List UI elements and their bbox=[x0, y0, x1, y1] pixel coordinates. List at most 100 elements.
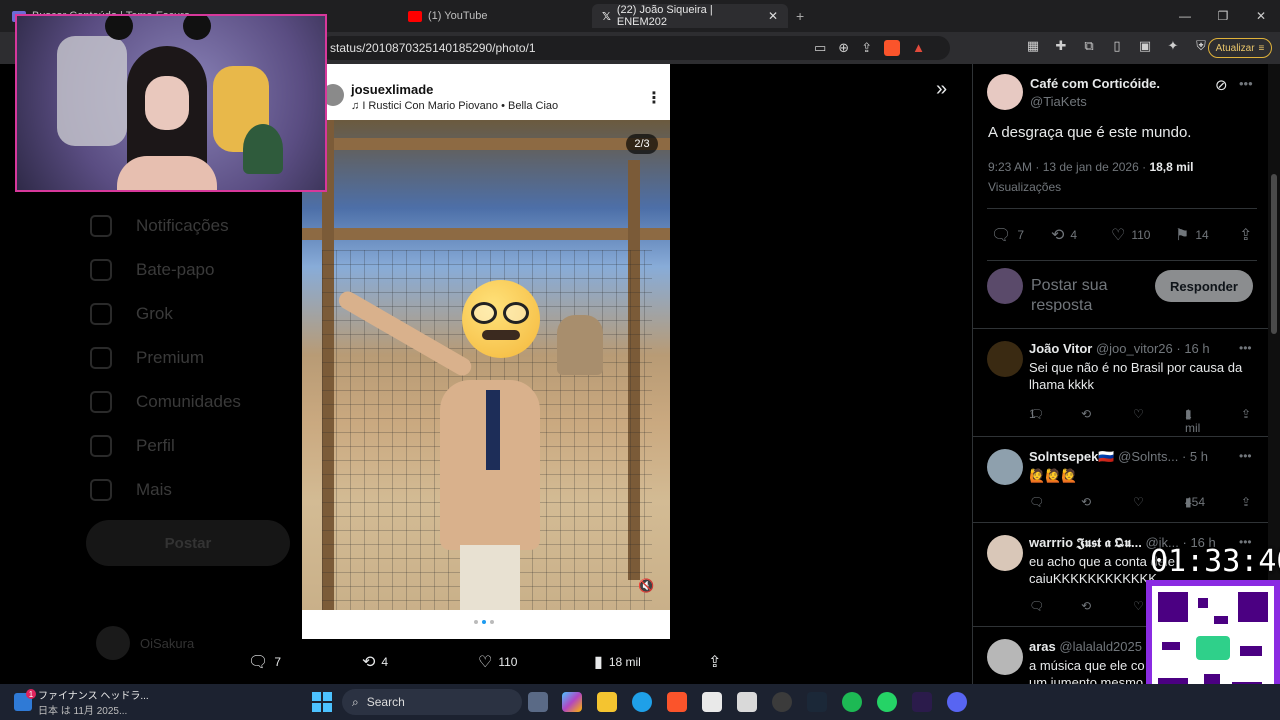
author-handle[interactable]: @TiaKets bbox=[1030, 94, 1087, 109]
reply-action[interactable]: 🗨 1 bbox=[1029, 407, 1044, 421]
chatgpt-icon[interactable] bbox=[772, 692, 792, 712]
qr-block bbox=[1198, 598, 1208, 608]
more-options-icon[interactable]: ⋮ bbox=[646, 88, 662, 108]
extension-icon[interactable]: ▦ bbox=[1024, 38, 1042, 54]
copilot-icon[interactable] bbox=[562, 692, 582, 712]
nav-item-premium[interactable]: Premium bbox=[90, 336, 310, 380]
repost-action[interactable]: ⟲ 4 bbox=[362, 652, 388, 672]
reply-item[interactable]: Solntsepek🇷🇺 @Solnts... · 5 h ••• 🙋🙋🙋 🗨 … bbox=[973, 436, 1268, 520]
new-tab-button[interactable]: + bbox=[796, 8, 804, 24]
task-view-icon[interactable] bbox=[528, 692, 548, 712]
like-action[interactable]: ♡ 110 bbox=[1111, 225, 1150, 245]
update-button[interactable]: Atualizar ≡ bbox=[1208, 38, 1272, 58]
discord-icon[interactable] bbox=[947, 692, 967, 712]
leo-icon[interactable]: ✦ bbox=[1164, 38, 1182, 54]
reply-author[interactable]: Solntsepek🇷🇺 @Solnts... · 5 h bbox=[1029, 449, 1208, 465]
windows-start-icon[interactable] bbox=[312, 692, 332, 712]
views-action[interactable]: ▮ 454 bbox=[1185, 495, 1205, 509]
screenshot-icon[interactable]: ⧉ bbox=[1080, 38, 1098, 54]
more-options-icon[interactable]: ••• bbox=[1239, 449, 1252, 463]
nav-item-communities[interactable]: Comunidades bbox=[90, 380, 310, 424]
brave-shield-icon[interactable] bbox=[884, 40, 901, 56]
reply-button[interactable]: Responder bbox=[1155, 270, 1253, 302]
sidebar-icon[interactable]: ▯ bbox=[1108, 38, 1126, 54]
collapse-panel-icon[interactable]: » bbox=[936, 78, 947, 101]
nav-item-more[interactable]: Mais bbox=[90, 468, 310, 512]
nav-item-grok[interactable]: Grok bbox=[90, 292, 310, 336]
maximize-icon[interactable]: ❐ bbox=[1204, 0, 1242, 32]
grok-icon[interactable]: ⊘ bbox=[1215, 76, 1228, 94]
brave-icon[interactable] bbox=[667, 692, 687, 712]
more-options-icon[interactable]: ••• bbox=[1239, 76, 1253, 91]
cast-icon[interactable]: ▭ bbox=[814, 40, 826, 56]
close-window-icon[interactable]: ✕ bbox=[1242, 0, 1280, 32]
puzzle-icon[interactable]: ✚ bbox=[1052, 38, 1070, 54]
share-icon[interactable]: ⇪ bbox=[861, 40, 872, 56]
brave-rewards-icon[interactable]: ▲ bbox=[912, 40, 925, 56]
post-photo[interactable]: 2/3 🔇 bbox=[302, 120, 670, 610]
reply-action[interactable]: 🗨 7 bbox=[991, 225, 1024, 245]
repost-icon[interactable]: ⟲ bbox=[1081, 495, 1091, 509]
avatar[interactable] bbox=[987, 341, 1023, 377]
tab-youtube[interactable]: (1) YouTube bbox=[398, 4, 588, 28]
scrollbar-thumb[interactable] bbox=[1271, 174, 1277, 334]
spotify-icon[interactable] bbox=[842, 692, 862, 712]
nav-item-chat[interactable]: Bate-papo bbox=[90, 248, 310, 292]
reply-item[interactable]: João Vitor @joo_vitor26 · 16 h ••• Sei q… bbox=[973, 328, 1268, 436]
avatar[interactable] bbox=[987, 449, 1023, 485]
carousel-dot[interactable] bbox=[474, 620, 478, 624]
post-text: A desgraça que é este mundo. bbox=[988, 124, 1192, 141]
file-explorer-icon[interactable] bbox=[597, 692, 617, 712]
nav-item-profile[interactable]: Perfil bbox=[90, 424, 310, 468]
heart-icon[interactable]: ♡ bbox=[1133, 407, 1144, 421]
reply-author-name: warrrio 𝕵𝖚𝖘𝖙 𝖆 𝕼𝖚... bbox=[1029, 535, 1142, 550]
edge-icon[interactable] bbox=[632, 692, 652, 712]
app-icon[interactable] bbox=[737, 692, 757, 712]
minimize-icon[interactable]: — bbox=[1166, 0, 1204, 32]
news-widget[interactable]: 1 ファイナンス ヘッドラ... 日本 は 11月 2025... bbox=[14, 687, 149, 717]
more-options-icon[interactable]: ••• bbox=[1239, 341, 1252, 355]
heart-icon[interactable]: ♡ bbox=[1133, 599, 1144, 613]
share-action[interactable]: ⇪ bbox=[1239, 225, 1252, 245]
reply-icon[interactable]: 🗨 bbox=[1029, 599, 1044, 613]
reply-author[interactable]: João Vitor @joo_vitor26 · 16 h bbox=[1029, 341, 1210, 356]
avatar[interactable] bbox=[987, 639, 1023, 675]
mute-icon[interactable]: 🔇 bbox=[638, 578, 654, 594]
obs-icon[interactable] bbox=[912, 692, 932, 712]
reply-action[interactable]: 🗨 7 bbox=[248, 652, 281, 672]
nav-item-notifications[interactable]: Notificações bbox=[90, 204, 310, 248]
views-count: 1 mil bbox=[1185, 407, 1201, 435]
repost-icon[interactable]: ⟲ bbox=[1081, 599, 1091, 613]
wallet-icon[interactable]: ▣ bbox=[1136, 38, 1154, 54]
views-action[interactable]: ▮ 18 mil bbox=[594, 652, 641, 672]
views-count: 18 mil bbox=[608, 655, 641, 669]
share-action[interactable]: ⇪ bbox=[708, 652, 721, 672]
reply-icon: 🗨 bbox=[248, 654, 269, 671]
avatar[interactable] bbox=[987, 74, 1023, 110]
zoom-icon[interactable]: ⊕ bbox=[838, 40, 849, 56]
account-switcher[interactable]: OiSakura bbox=[96, 626, 194, 660]
reply-author[interactable]: aras @lalalald2025 bbox=[1029, 639, 1142, 654]
repost-icon[interactable]: ⟲ bbox=[1081, 407, 1091, 421]
like-action[interactable]: ♡ 110 bbox=[478, 652, 517, 672]
steam-icon[interactable] bbox=[807, 692, 827, 712]
heart-icon[interactable]: ♡ bbox=[1133, 495, 1144, 509]
carousel-dot[interactable] bbox=[482, 620, 486, 624]
share-icon[interactable]: ⇪ bbox=[1241, 495, 1251, 509]
avatar[interactable] bbox=[987, 535, 1023, 571]
tab-title: (1) YouTube bbox=[428, 10, 488, 22]
store-icon[interactable] bbox=[702, 692, 722, 712]
whatsapp-icon[interactable] bbox=[877, 692, 897, 712]
reply-input[interactable]: Postar sua resposta bbox=[1031, 276, 1141, 312]
author-name[interactable]: Café com Corticóide. bbox=[1030, 76, 1160, 91]
post-button[interactable]: Postar bbox=[86, 520, 290, 566]
repost-action[interactable]: ⟲ 4 bbox=[1051, 225, 1077, 245]
views-action[interactable]: ▮ 1 mil bbox=[1185, 407, 1200, 435]
bookmark-action[interactable]: ⚑ 14 bbox=[1175, 225, 1209, 245]
taskbar-search[interactable]: ⌕ Search bbox=[342, 689, 522, 715]
close-tab-icon[interactable]: ✕ bbox=[768, 9, 778, 23]
carousel-dot[interactable] bbox=[490, 620, 494, 624]
reply-icon[interactable]: 🗨 bbox=[1029, 495, 1044, 509]
tab-x-post[interactable]: 𝕏 (22) João Siqueira | ENEM202 ✕ bbox=[592, 4, 788, 28]
share-icon[interactable]: ⇪ bbox=[1241, 407, 1251, 421]
